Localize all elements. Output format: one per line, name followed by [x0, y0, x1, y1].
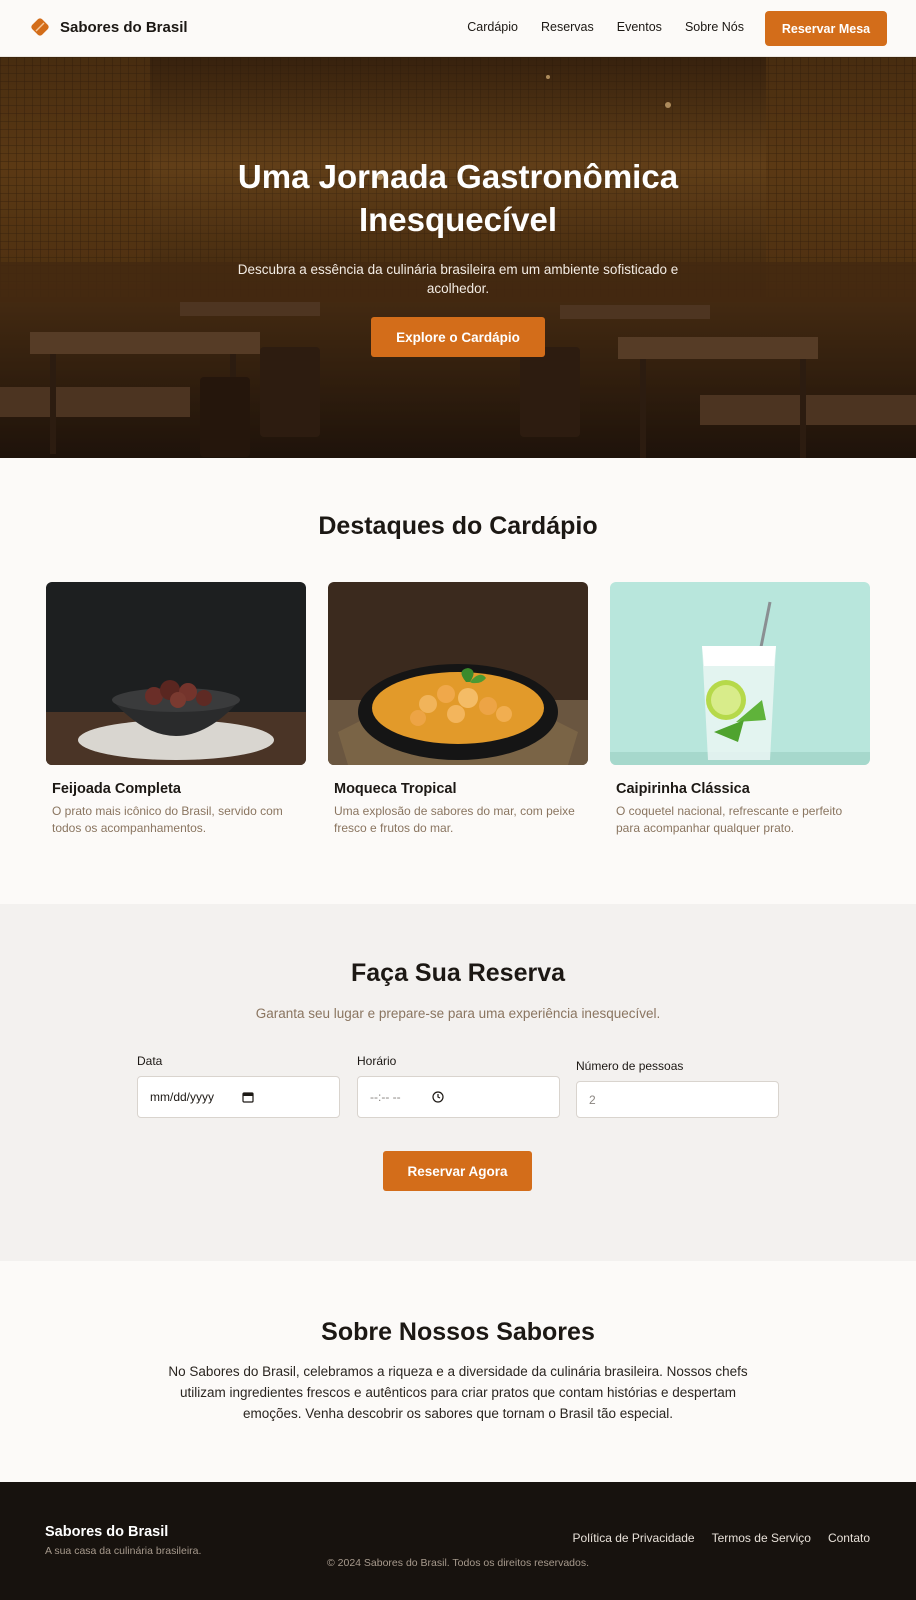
- feijoada-image: [46, 582, 306, 765]
- nav-item-eventos[interactable]: Eventos: [617, 20, 662, 34]
- menu-card-caipirinha[interactable]: Caipirinha Clássica O coquetel nacional,…: [610, 582, 870, 837]
- about-text: No Sabores do Brasil, celebramos a rique…: [168, 1364, 748, 1421]
- brand-name: Sabores do Brasil: [60, 18, 188, 36]
- date-label: Data: [137, 1054, 163, 1068]
- date-placeholder: mm/dd/yyyy: [150, 1090, 215, 1104]
- hero-section: Uma Jornada Gastronômica Inesquecível De…: [0, 57, 916, 458]
- people-placeholder: 2: [589, 1092, 596, 1107]
- highlights-title: Destaques do Cardápio: [318, 512, 598, 540]
- time-placeholder: --:-- --: [370, 1090, 401, 1104]
- time-input[interactable]: --:-- --: [357, 1076, 560, 1118]
- card-description: O prato mais icônico do Brasil, servido …: [52, 804, 283, 835]
- menu-card-feijoada[interactable]: Feijoada Completa O prato mais icônico d…: [46, 582, 306, 837]
- contact-link[interactable]: Contato: [828, 1531, 870, 1545]
- tag-icon: [31, 18, 49, 36]
- brand-logo[interactable]: Sabores do Brasil: [30, 17, 188, 37]
- hero-subtitle: Descubra a essência da culinária brasile…: [237, 262, 679, 296]
- site-header: Sabores do Brasil Cardápio Reservas Even…: [0, 0, 916, 57]
- reserve-table-button[interactable]: Reservar Mesa: [765, 11, 887, 46]
- card-title: Feijoada Completa: [52, 781, 181, 797]
- footer-tagline: A sua casa da culinária brasileira.: [45, 1545, 202, 1557]
- explore-menu-button[interactable]: Explore o Cardápio: [371, 317, 545, 357]
- card-description: O coquetel nacional, refrescante e perfe…: [616, 804, 843, 835]
- footer-links: Política de Privacidade Termos de Serviç…: [556, 1531, 870, 1545]
- clock-icon[interactable]: [432, 1091, 444, 1103]
- site-footer: Sabores do Brasil A sua casa da culinári…: [0, 1482, 916, 1600]
- reservation-subtitle: Garanta seu lugar e prepare-se para uma …: [255, 1006, 661, 1021]
- hero-title-line-1: Uma Jornada Gastronômica: [237, 158, 679, 195]
- caipirinha-image: [610, 582, 870, 765]
- reserve-now-button[interactable]: Reservar Agora: [383, 1151, 532, 1191]
- nav-item-sobre[interactable]: Sobre Nós: [685, 20, 744, 34]
- hero-title: Uma Jornada Gastronômica Inesquecível: [0, 155, 916, 241]
- footer-brand: Sabores do Brasil: [45, 1524, 169, 1540]
- card-title: Moqueca Tropical: [334, 781, 457, 797]
- people-label: Número de pessoas: [576, 1059, 684, 1073]
- card-description: Uma explosão de sabores do mar, com peix…: [334, 804, 575, 835]
- nav-item-cardapio[interactable]: Cardápio: [467, 20, 518, 34]
- main-nav: Cardápio Reservas Eventos Sobre Nós: [444, 20, 744, 34]
- date-input[interactable]: mm/dd/yyyy: [137, 1076, 340, 1118]
- terms-of-service-link[interactable]: Termos de Serviço: [712, 1531, 811, 1545]
- privacy-policy-link[interactable]: Política de Privacidade: [573, 1531, 695, 1545]
- moqueca-image: [328, 582, 588, 765]
- hero-overlay: [0, 57, 916, 458]
- reservation-title: Faça Sua Reserva: [350, 959, 566, 987]
- hero-title-line-2: Inesquecível: [358, 201, 558, 238]
- menu-card-moqueca[interactable]: Moqueca Tropical Uma explosão de sabores…: [328, 582, 588, 837]
- reservation-section: Faça Sua Reserva Garanta seu lugar e pre…: [0, 904, 916, 1261]
- card-title: Caipirinha Clássica: [616, 781, 750, 797]
- people-input[interactable]: 2: [576, 1081, 779, 1118]
- calendar-icon[interactable]: [242, 1091, 254, 1103]
- copyright: © 2024 Sabores do Brasil. Todos os direi…: [326, 1557, 590, 1569]
- nav-item-reservas[interactable]: Reservas: [541, 20, 594, 34]
- about-title: Sobre Nossos Sabores: [321, 1318, 595, 1346]
- time-label: Horário: [357, 1054, 397, 1068]
